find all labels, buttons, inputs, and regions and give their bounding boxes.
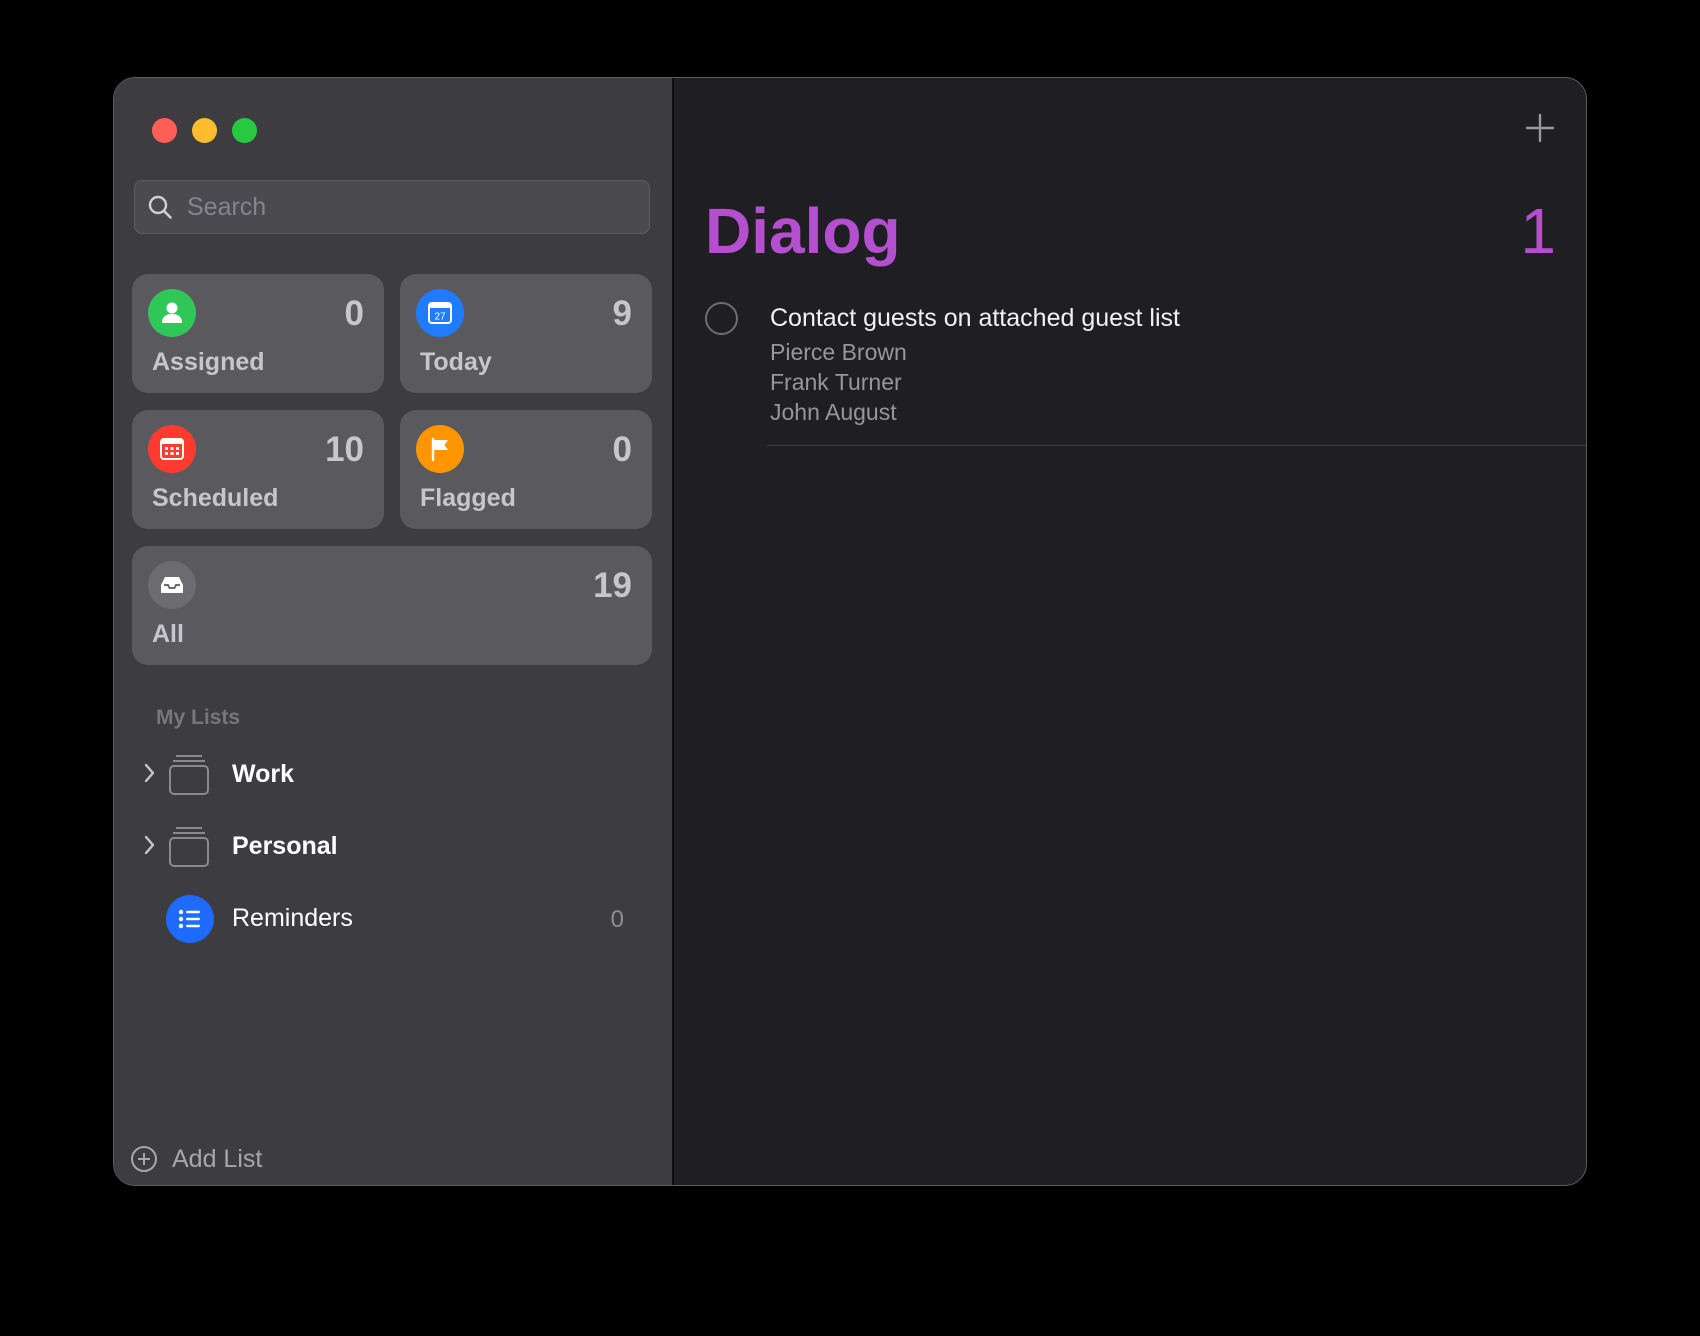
- task-note-line[interactable]: Frank Turner: [770, 369, 902, 396]
- my-lists-heading: My Lists: [156, 706, 241, 729]
- list-group-work[interactable]: Work: [114, 744, 672, 804]
- smart-list-assigned[interactable]: 0 Assigned: [132, 274, 384, 393]
- add-list-button[interactable]: Add List: [130, 1144, 262, 1174]
- scheduled-count: 10: [325, 430, 364, 469]
- calendar-icon: [148, 425, 196, 473]
- person-icon: [148, 289, 196, 337]
- plus-circle-icon: [131, 1146, 157, 1172]
- add-list-label: Add List: [172, 1144, 263, 1173]
- search-input[interactable]: [185, 191, 609, 223]
- list-item-reminders[interactable]: Reminders 0: [114, 888, 672, 948]
- flagged-count: 0: [612, 430, 632, 469]
- list-group-name: Work: [232, 760, 295, 788]
- sidebar: 0 Assigned 27 9 Today: [114, 78, 674, 1185]
- today-count: 9: [612, 294, 632, 333]
- search-icon: [148, 195, 172, 219]
- task-title[interactable]: Contact guests on attached guest list: [770, 304, 1180, 333]
- close-window-button[interactable]: [152, 118, 177, 143]
- smart-list-all[interactable]: 19 All: [132, 546, 652, 665]
- flagged-label: Flagged: [420, 484, 516, 512]
- list-item-count: 1: [1520, 195, 1556, 267]
- assigned-label: Assigned: [152, 348, 265, 376]
- list-group-icon: [169, 827, 209, 867]
- task-complete-checkbox[interactable]: [705, 302, 738, 335]
- chevron-right-icon[interactable]: [142, 762, 158, 784]
- today-label: Today: [420, 348, 492, 376]
- reminders-window: 0 Assigned 27 9 Today: [113, 77, 1587, 1186]
- scheduled-label: Scheduled: [152, 484, 279, 512]
- main-content: Dialog 1 Contact guests on attached gues…: [674, 78, 1586, 1185]
- list-group-name: Personal: [232, 832, 338, 860]
- smart-list-today[interactable]: 27 9 Today: [400, 274, 652, 393]
- list-count: 0: [610, 906, 624, 933]
- chevron-right-icon[interactable]: [142, 834, 158, 856]
- smart-list-flagged[interactable]: 0 Flagged: [400, 410, 652, 529]
- assigned-count: 0: [344, 294, 364, 333]
- smart-list-scheduled[interactable]: 10 Scheduled: [132, 410, 384, 529]
- minimize-window-button[interactable]: [192, 118, 217, 143]
- list-name: Reminders: [232, 904, 353, 932]
- task-note-line[interactable]: John August: [770, 399, 897, 426]
- list-bullet-icon: [166, 895, 214, 943]
- list-group-personal[interactable]: Personal: [114, 816, 672, 876]
- list-title: Dialog: [705, 195, 901, 267]
- calendar-today-icon: 27: [416, 289, 464, 337]
- new-reminder-button[interactable]: [1524, 112, 1556, 144]
- all-label: All: [152, 620, 184, 648]
- all-count: 19: [593, 566, 632, 605]
- task-divider: [767, 445, 1586, 446]
- svg-text:27: 27: [434, 312, 446, 323]
- zoom-window-button[interactable]: [232, 118, 257, 143]
- window-controls: [152, 118, 257, 143]
- search-field[interactable]: [134, 180, 650, 234]
- tray-icon: [148, 561, 196, 609]
- list-group-icon: [169, 755, 209, 795]
- task-note-line[interactable]: Pierce Brown: [770, 339, 907, 366]
- flag-icon: [416, 425, 464, 473]
